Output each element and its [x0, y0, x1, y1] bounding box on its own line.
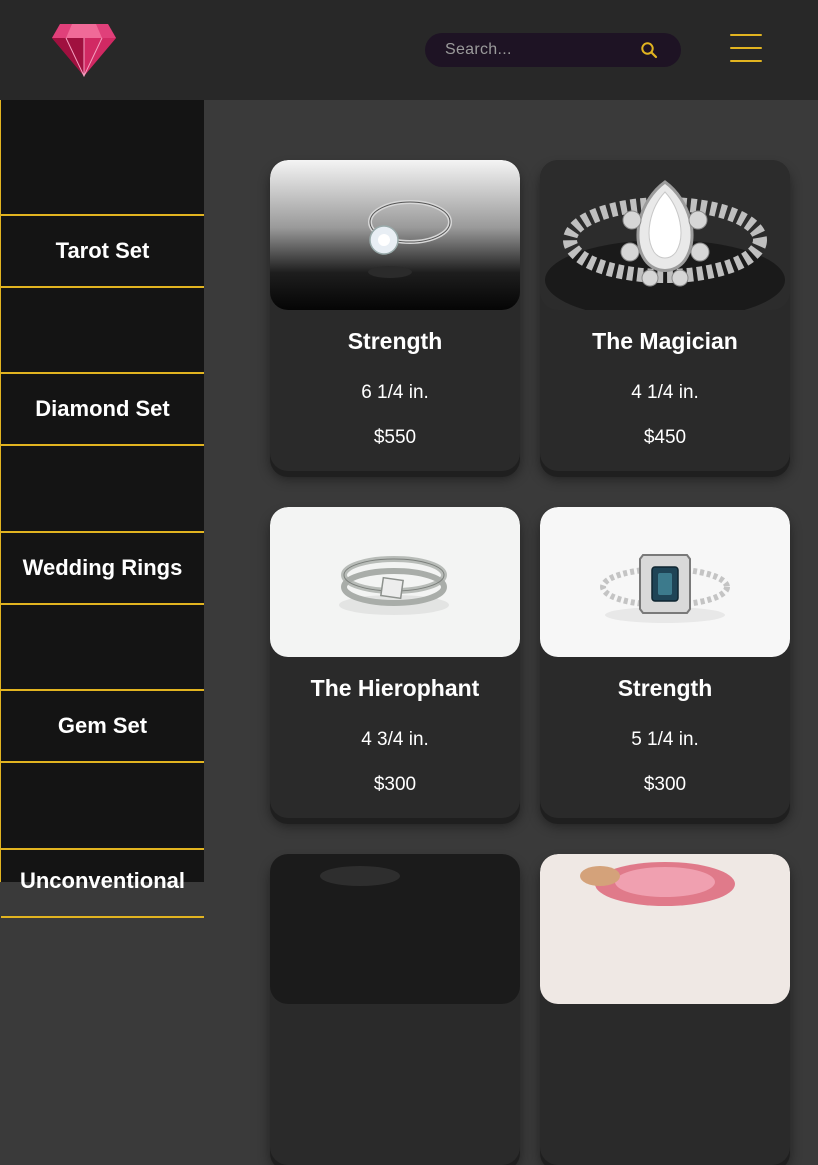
header: Search... [0, 0, 818, 100]
sapphire-halo-ring-photo [540, 507, 790, 657]
sidebar-item-diamond-set[interactable]: Diamond Set [1, 372, 204, 446]
solitaire-ring-photo [270, 160, 520, 310]
product-card[interactable] [540, 854, 790, 1165]
sidebar-item-tarot-set[interactable]: Tarot Set [1, 214, 204, 288]
product-title: The Hierophant [310, 675, 480, 701]
ruby-gem-icon[interactable] [50, 18, 118, 78]
product-title: Strength [347, 328, 443, 354]
search-bar[interactable]: Search... [425, 33, 681, 67]
sidebar-item-unconventional[interactable]: Unconventional [1, 848, 204, 918]
princess-cut-bridal-set-photo [270, 507, 520, 657]
category-sidebar: Tarot Set Diamond Set Wedding Rings Gem … [0, 100, 204, 918]
product-card[interactable]: Strength 6 1/4 in. $550 [270, 160, 520, 471]
product-title: Strength [617, 675, 713, 701]
product-size: 4 3/4 in. [361, 729, 429, 750]
search-icon[interactable] [640, 41, 658, 59]
search-input[interactable]: Search... [445, 33, 512, 67]
product-size: 4 1/4 in. [631, 382, 699, 403]
pear-halo-ring-photo [540, 160, 790, 310]
product-card[interactable]: The Magician 4 1/4 in. $450 [540, 160, 790, 471]
product-card[interactable]: Strength 5 1/4 in. $300 [540, 507, 790, 818]
sidebar-item-gem-set[interactable]: Gem Set [1, 689, 204, 763]
product-price: $450 [643, 427, 687, 448]
pink-gem-ring-photo [540, 854, 790, 1004]
sidebar-item-wedding-rings[interactable]: Wedding Rings [1, 531, 204, 605]
product-price: $550 [373, 427, 417, 448]
product-title: The Magician [592, 328, 738, 354]
product-card[interactable] [270, 854, 520, 1165]
product-size: 6 1/4 in. [361, 382, 429, 403]
dark-ring-photo [270, 854, 520, 1004]
product-size: 5 1/4 in. [631, 729, 699, 750]
hamburger-menu-icon[interactable] [726, 32, 766, 64]
product-card[interactable]: The Hierophant 4 3/4 in. $300 [270, 507, 520, 818]
product-price: $300 [373, 774, 417, 795]
product-price: $300 [643, 774, 687, 795]
